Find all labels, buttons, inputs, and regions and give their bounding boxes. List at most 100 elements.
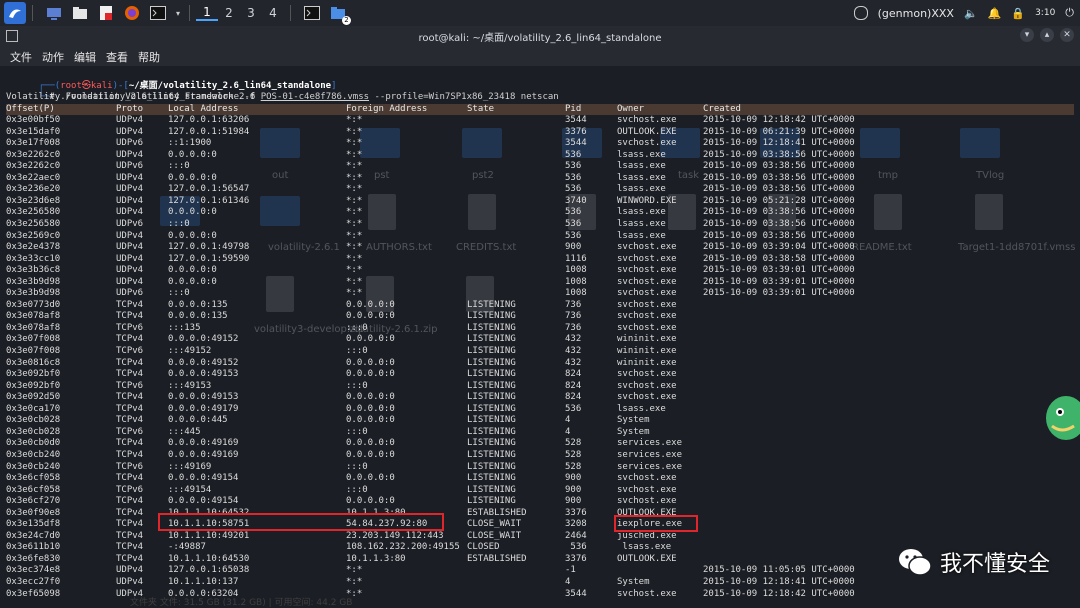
cell-offset: 0x3e092bf0 xyxy=(6,380,61,391)
cell-created: 2015-10-09 11:05:05 UTC+0000 xyxy=(703,565,855,576)
cell-state: LISTENING xyxy=(467,473,516,484)
cell-offset: 0x3e135df8 xyxy=(6,519,61,530)
cell-foreign-address: *:* xyxy=(346,195,363,206)
cell-proto: TCPv4 xyxy=(116,507,144,518)
cell-offset: 0x3e3b36c8 xyxy=(6,265,61,276)
menu-help[interactable]: 帮助 xyxy=(138,49,160,65)
cell-offset: 0x3e0ca170 xyxy=(6,403,61,414)
clock[interactable]: 3:10 xyxy=(1035,8,1055,18)
cell-state: LISTENING xyxy=(467,415,516,426)
cell-owner: svchost.exe xyxy=(617,311,677,322)
cell-owner: svchost.exe xyxy=(617,138,677,149)
table-row: 0x3e6cf058 TCPv6:::49154:::0 LISTENING 900 s… xyxy=(6,485,1074,497)
minimize-button[interactable]: ▾ xyxy=(1020,28,1034,42)
cell-local-address: 127.0.0.1:51984 xyxy=(168,126,250,137)
cell-pid: 4 xyxy=(565,577,571,587)
terminal-icon[interactable] xyxy=(147,2,169,24)
table-row: 0x3e0ca170 TCPv4 0.0.0.0:49179 0.0.0.0:0 LIS… xyxy=(6,404,1074,416)
cell-state: LISTENING xyxy=(467,380,516,391)
maximize-button[interactable]: ▴ xyxy=(1040,28,1054,42)
menu-view[interactable]: 查看 xyxy=(106,49,128,65)
cell-pid: 432 xyxy=(565,346,582,356)
image-file-arg: POS-01-c4e8f786.vmss xyxy=(260,92,370,102)
cell-owner: lsass.exe xyxy=(617,184,666,195)
cell-local-address: 0.0.0.0:49152 xyxy=(168,334,239,345)
cell-owner: svchost.exe xyxy=(617,276,677,287)
cell-local-address: :::0 xyxy=(168,161,190,172)
menu-action[interactable]: 动作 xyxy=(42,49,64,65)
table-row: 0x3e2262c0 UDPv6:::0 *:* 536 lsass.exe 2015-1… xyxy=(6,161,1074,173)
workspace-2[interactable]: 2 xyxy=(218,6,240,20)
cell-foreign-address: 0.0.0.0:0 xyxy=(346,299,395,310)
cell-proto: TCPv6 xyxy=(116,484,144,495)
cell-foreign-address: *:* xyxy=(346,276,363,287)
cell-proto: UDPv4 xyxy=(116,172,144,183)
cell-state: LISTENING xyxy=(467,346,516,356)
table-row: 0x3e3b9d98 UDPv6:::0 *:* 1008 svchost.exe 201… xyxy=(6,288,1074,300)
cell-owner: lsass.exe xyxy=(617,207,666,218)
menu-file[interactable]: 文件 xyxy=(10,49,32,65)
workspace-3[interactable]: 3 xyxy=(240,6,262,20)
cell-local-address: :::49154 xyxy=(168,484,212,495)
cell-created: 2015-10-09 03:38:56 UTC+0000 xyxy=(703,161,855,172)
panel-right: (genmon)XXX 🔈 🔔 🔒 3:10 ⏻ xyxy=(853,0,1074,26)
cell-proto: TCPv4 xyxy=(116,369,144,380)
cell-pid: 824 xyxy=(565,380,582,391)
workspace-1[interactable]: 1 xyxy=(196,5,218,21)
cell-pid: 536 xyxy=(565,542,587,553)
cell-created: 2015-10-09 03:39:01 UTC+0000 xyxy=(703,288,855,299)
desktop-icon[interactable] xyxy=(43,2,65,24)
cell-local-address: 127.0.0.1:56547 xyxy=(168,184,250,195)
header-offset: Offset(P) xyxy=(6,103,55,114)
window-titlebar[interactable]: root@kali: ~/桌面/volatility_2.6_lin64_sta… xyxy=(0,26,1080,46)
banner-line: Volatility Foundation Volatility Framewo… xyxy=(6,92,256,102)
cell-foreign-address: *:* xyxy=(346,184,363,195)
terminal-task-icon[interactable] xyxy=(301,2,323,24)
cell-pid: 3376 xyxy=(565,126,587,137)
cell-proto: TCPv4 xyxy=(116,357,144,368)
cell-pid: 824 xyxy=(565,392,582,403)
workspace-4[interactable]: 4 xyxy=(262,6,284,20)
cell-proto: TCPv4 xyxy=(116,542,144,553)
files-icon[interactable] xyxy=(69,2,91,24)
cell-state: ESTABLISHED xyxy=(467,553,527,564)
text-editor-icon[interactable] xyxy=(95,2,117,24)
cell-foreign-address: *:* xyxy=(346,577,363,587)
network-icon[interactable] xyxy=(853,6,868,20)
cell-proto: UDPv4 xyxy=(116,577,144,587)
cell-foreign-address: *:* xyxy=(346,115,363,125)
cell-foreign-address: *:* xyxy=(346,172,363,183)
cell-pid: 824 xyxy=(565,369,582,380)
cell-local-address: :::0 xyxy=(168,218,190,229)
cell-state: LISTENING xyxy=(467,311,516,322)
cell-pid: 528 xyxy=(565,461,582,472)
cell-pid: 736 xyxy=(565,311,582,322)
cell-pid: 536 xyxy=(565,184,582,195)
power-icon[interactable]: ⏻ xyxy=(1065,6,1074,20)
cell-pid: 3376 xyxy=(565,553,587,564)
cell-foreign-address: 0.0.0.0:0 xyxy=(346,403,395,414)
lock-icon[interactable]: 🔒 xyxy=(1011,7,1025,20)
cell-foreign-address: 0.0.0.0:0 xyxy=(346,392,395,403)
top-panel: ▾ 1 2 3 4 2 (genmon)XXX 🔈 🔔 🔒 3:10 ⏻ xyxy=(0,0,1080,27)
firefox-icon[interactable] xyxy=(121,2,143,24)
kali-menu-icon[interactable] xyxy=(4,2,26,24)
menu-edit[interactable]: 编辑 xyxy=(74,49,96,65)
cell-owner: lsass.exe xyxy=(617,230,666,241)
close-button[interactable]: ✕ xyxy=(1060,28,1074,42)
cell-local-address: 0.0.0.0:0 xyxy=(168,149,217,160)
chevron-down-icon[interactable]: ▾ xyxy=(173,2,183,24)
cell-proto: TCPv6 xyxy=(116,426,144,437)
cell-owner: lsass.exe xyxy=(617,161,666,172)
table-row: 0x3e092d50 TCPv4 0.0.0.0:49153 0.0.0.0:0 LIS… xyxy=(6,392,1074,404)
folder-task-icon[interactable]: 2 xyxy=(327,2,351,25)
cell-foreign-address: 0.0.0.0:0 xyxy=(346,473,395,484)
cell-foreign-address: *:* xyxy=(346,161,363,172)
volume-icon[interactable]: 🔈 xyxy=(964,7,978,20)
cell-pid: 3544 xyxy=(565,138,587,149)
terminal-area[interactable]: out pst pst2 task tmp TVlog volatility-2.6.1 CR… xyxy=(0,66,1080,608)
cell-pid: 1008 xyxy=(565,276,587,287)
table-row: 0x3e092bf0 TCPv6:::49153:::0 LISTENING 824 s… xyxy=(6,381,1074,393)
task-count-badge: 2 xyxy=(342,16,351,25)
notification-bell-icon[interactable]: 🔔 xyxy=(988,7,1002,20)
